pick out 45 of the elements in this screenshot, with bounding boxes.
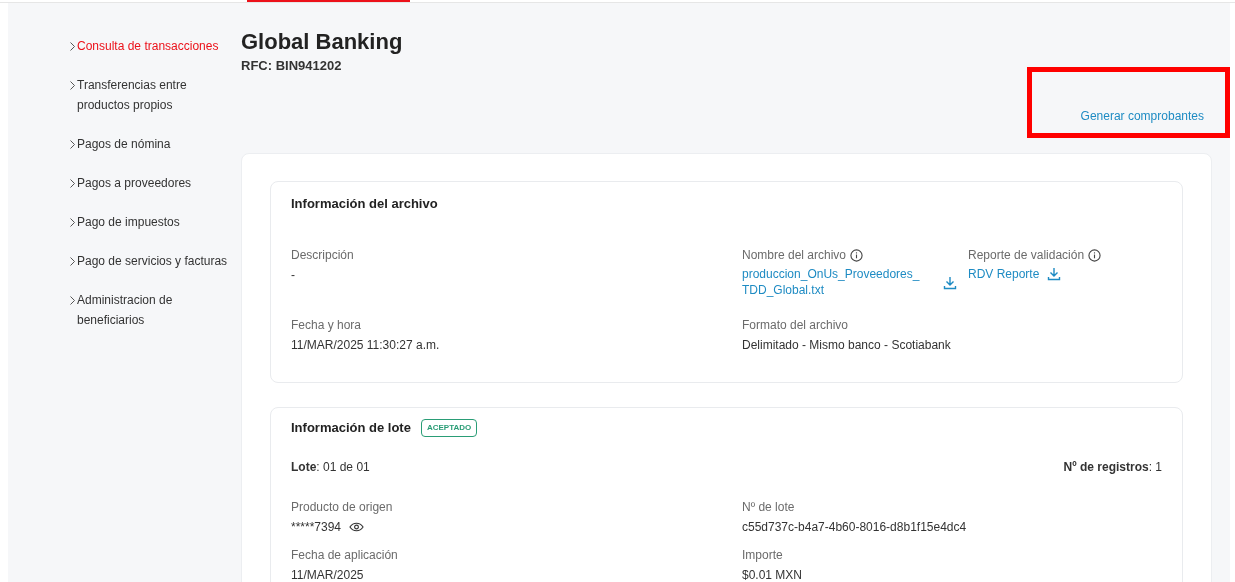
field-value: $0.01 MXN: [742, 566, 804, 582]
sidebar-item[interactable]: Administracion de beneficiarios: [70, 290, 241, 330]
sidebar-item[interactable]: Transferencias entre productos propios: [70, 75, 241, 115]
sidebar-item[interactable]: Pago de impuestos: [70, 212, 241, 232]
generate-receipts-link[interactable]: Generar comprobantes: [1080, 100, 1204, 131]
status-badge: ACEPTADO: [420, 418, 478, 437]
sidebar-item[interactable]: Pagos a proveedores: [70, 173, 241, 193]
field-label: Fecha de aplicación: [291, 546, 398, 564]
chevron-icon: [70, 257, 75, 266]
download-icon[interactable]: [943, 276, 957, 290]
chevron-icon: [70, 140, 75, 149]
info-icon[interactable]: [850, 248, 864, 262]
record-count-text: Nº de registros: 1: [1063, 458, 1162, 476]
field-label: Formato del archivo: [742, 317, 849, 334]
field-label: Reporte de validación: [968, 247, 1085, 264]
field-label: Importe: [742, 546, 783, 564]
field-label: Fecha y hora: [291, 317, 362, 334]
card-title: Información de lote: [291, 419, 411, 437]
chevron-icon: [70, 179, 75, 188]
field-value: Delimitado - Mismo banco - Scotiabank: [742, 337, 952, 354]
field-label: Producto de origen: [291, 498, 393, 516]
field-label: Nº de lote: [742, 498, 795, 516]
rfc-text: RFC: BIN941202: [241, 57, 343, 75]
info-icon[interactable]: [1088, 248, 1102, 262]
field-value: *****7394: [291, 518, 342, 536]
field-value: 11/MAR/2025: [291, 566, 365, 582]
download-link[interactable]: RDV Reporte: [968, 266, 1040, 282]
chevron-icon: [70, 296, 75, 305]
page-title: Global Banking: [241, 28, 404, 56]
chevron-icon: [70, 42, 75, 51]
download-icon[interactable]: [1047, 267, 1062, 281]
batch-number-text: Lote: 01 de 01: [291, 458, 370, 476]
eye-icon[interactable]: [349, 521, 365, 532]
field-value: 11/MAR/2025 11:30:27 a.m.: [291, 337, 441, 354]
field-value: -: [291, 267, 296, 284]
sidebar-item[interactable]: Pago de servicios y facturas: [70, 251, 241, 271]
field-label: Descripción: [291, 247, 354, 264]
field-value: c55d737c-b4a7-4b60-8016-d8b1f15e4dc4: [742, 518, 968, 536]
sidebar-item[interactable]: Pagos de nómina: [70, 134, 241, 154]
download-link[interactable]: produccion_OnUs_Proveedores_ TDD_Global.txt: [742, 266, 927, 298]
field-label: Nombre del archivo: [742, 247, 847, 264]
sidebar-item[interactable]: Consulta de transacciones: [70, 36, 241, 56]
card-title: Información del archivo: [291, 194, 439, 213]
chevron-icon: [70, 218, 75, 227]
chevron-icon: [70, 81, 75, 90]
